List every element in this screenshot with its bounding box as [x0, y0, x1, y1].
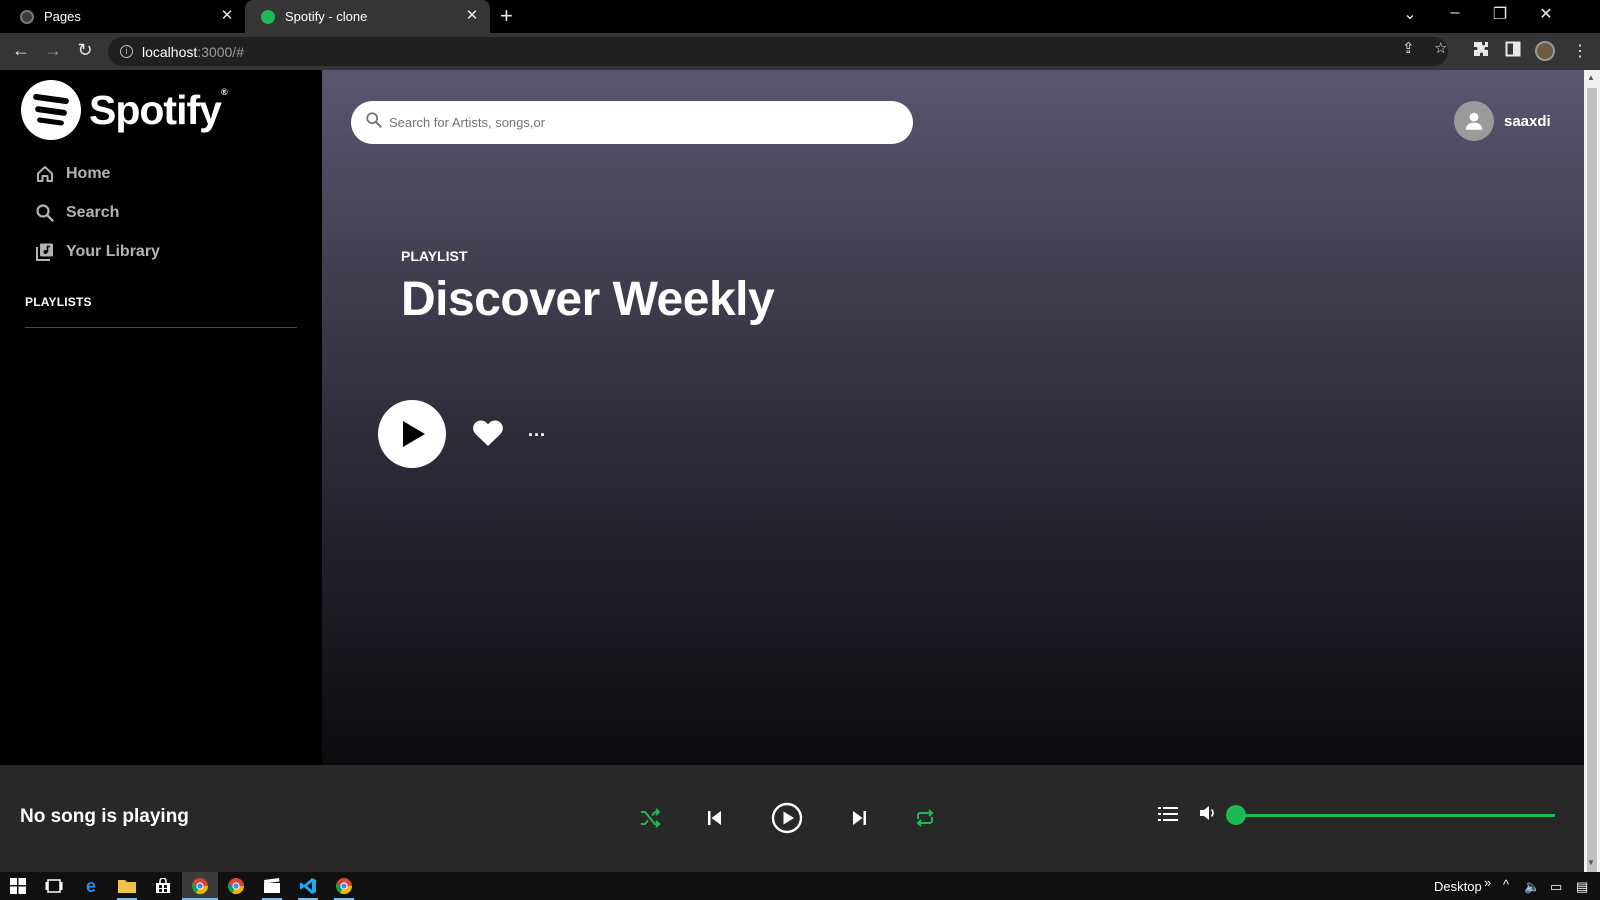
windows-start-icon[interactable] [8, 877, 28, 895]
store-icon[interactable] [153, 877, 173, 895]
chrome-icon[interactable] [334, 877, 354, 895]
home-icon [34, 163, 56, 185]
scroll-down-icon[interactable]: ▼ [1587, 858, 1595, 867]
minimize-icon[interactable]: – [1445, 4, 1465, 22]
sidebar-item-home[interactable]: Home [34, 163, 110, 185]
queue-icon[interactable] [1153, 799, 1183, 829]
back-icon[interactable]: ← [10, 40, 32, 61]
chrome-taskbar-icon-active[interactable] [182, 872, 218, 900]
github-icon [20, 9, 34, 24]
forward-icon[interactable]: → [42, 40, 64, 61]
spotify-icon [261, 9, 275, 24]
search-bar[interactable] [351, 101, 913, 144]
browser-toolbar: ← → ↻ i localhost:3000/# ⇪ ☆ ⋮ [0, 33, 1600, 70]
main-content: saaxdi PLAYLIST Discover Weekly ... [322, 70, 1584, 765]
tray-overflow-icon[interactable]: ^ [1503, 877, 1509, 892]
file-explorer-icon[interactable] [117, 877, 137, 895]
chrome-icon[interactable] [226, 877, 246, 895]
new-tab-icon[interactable]: + [500, 5, 513, 27]
volume-slider-track[interactable] [1235, 814, 1555, 817]
browser-menu-icon[interactable]: ⋮ [1572, 41, 1588, 61]
sidebar-item-label: Your Library [66, 243, 160, 260]
restore-icon[interactable]: ❐ [1490, 4, 1510, 24]
username: saaxdi [1504, 112, 1551, 130]
network-icon[interactable]: ▭ [1550, 879, 1562, 895]
sidebar-item-label: Search [66, 204, 120, 221]
spotify-icon [21, 80, 81, 140]
os-taskbar: e Desktop » ^ 🔈 ▭ ▤ [0, 872, 1600, 900]
browser-tab-strip: Pages ✕ Spotify - clone ✕ + ⌄ – ❐ ✕ [0, 0, 1600, 33]
more-options-icon[interactable]: ... [528, 420, 546, 441]
like-heart-icon[interactable] [472, 418, 504, 453]
user-icon [1465, 112, 1483, 130]
profile-avatar-icon[interactable] [1535, 41, 1555, 61]
browser-tab-pages[interactable]: Pages ✕ [0, 0, 245, 33]
volume-slider-thumb[interactable] [1226, 805, 1246, 825]
playlists-heading: PLAYLISTS [25, 295, 92, 309]
search-input[interactable] [389, 115, 869, 130]
play-playlist-button[interactable] [378, 400, 446, 468]
notifications-icon[interactable]: ▤ [1576, 879, 1588, 895]
video-editor-icon[interactable] [262, 877, 282, 895]
speaker-icon[interactable]: 🔈 [1524, 879, 1540, 895]
sidebar: Spotify® Home Search Your Library PLAYLI… [0, 70, 322, 765]
repeat-icon[interactable] [910, 803, 940, 833]
toolbar-expand-icon[interactable]: » [1484, 875, 1491, 890]
now-playing-text: No song is playing [20, 806, 189, 827]
address-bar[interactable]: i localhost:3000/# [108, 37, 1448, 66]
brand-wordmark: Spotify® [89, 86, 228, 133]
extensions-icon[interactable] [1473, 41, 1489, 62]
sidebar-item-search[interactable]: Search [34, 202, 119, 224]
next-track-icon[interactable] [844, 803, 874, 833]
previous-track-icon[interactable] [700, 803, 730, 833]
site-info-icon[interactable]: i [120, 45, 133, 58]
play-icon [403, 421, 425, 447]
vscode-icon[interactable] [298, 877, 318, 895]
desktop-toolbar-label[interactable]: Desktop [1434, 879, 1482, 894]
scroll-up-icon[interactable]: ▲ [1587, 73, 1595, 82]
tab-title: Pages [44, 9, 81, 24]
playlist-type-label: PLAYLIST [401, 248, 468, 264]
reload-icon[interactable]: ↻ [74, 40, 96, 61]
avatar [1454, 101, 1494, 141]
share-icon[interactable]: ⇪ [1402, 39, 1415, 57]
spotify-logo[interactable]: Spotify® [21, 80, 228, 140]
side-panel-icon[interactable] [1505, 41, 1521, 62]
user-menu[interactable]: saaxdi [1454, 101, 1551, 141]
browser-tab-spotify[interactable]: Spotify - clone ✕ [245, 0, 490, 33]
tab-search-icon[interactable]: ⌄ [1400, 4, 1420, 24]
bookmark-star-icon[interactable]: ☆ [1434, 39, 1447, 57]
close-tab-icon[interactable]: ✕ [464, 8, 480, 24]
close-window-icon[interactable]: ✕ [1536, 4, 1556, 24]
playlist-title: Discover Weekly [401, 273, 775, 326]
page-scrollbar[interactable]: ▲ ▼ [1584, 70, 1600, 873]
close-tab-icon[interactable]: ✕ [219, 8, 235, 24]
edge-icon[interactable]: e [81, 876, 101, 896]
sidebar-item-library[interactable]: Your Library [34, 241, 160, 263]
scrollbar-thumb[interactable] [1587, 88, 1597, 873]
search-icon [365, 111, 383, 134]
volume-icon[interactable] [1193, 798, 1223, 828]
play-circle-icon [771, 802, 803, 834]
playlists-divider [25, 327, 297, 328]
play-pause-button[interactable] [770, 801, 804, 835]
tab-title: Spotify - clone [285, 9, 368, 24]
library-icon [34, 241, 56, 263]
player-footer: No song is playing [0, 765, 1584, 872]
url-host: localhost [142, 43, 198, 60]
search-icon [34, 202, 56, 224]
task-view-icon[interactable] [44, 877, 64, 895]
sidebar-item-label: Home [66, 165, 111, 182]
url-path: :3000/# [197, 43, 244, 60]
shuffle-icon[interactable] [635, 803, 665, 833]
